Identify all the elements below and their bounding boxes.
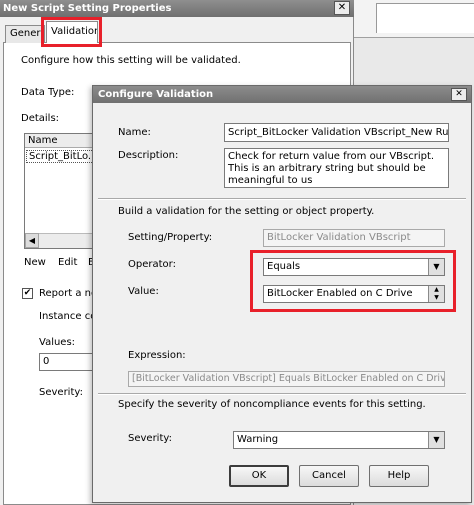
back-window-close-icon[interactable]: ✕: [334, 1, 350, 15]
list-item[interactable]: Script_BitLo...: [26, 150, 94, 163]
chevron-down-icon[interactable]: ▼: [428, 432, 444, 448]
new-button[interactable]: New: [24, 257, 46, 268]
operator-label: Operator:: [128, 259, 176, 270]
values-label: Values:: [39, 337, 76, 348]
build-validation-label: Build a validation for the setting or ob…: [118, 206, 375, 217]
details-label: Details:: [21, 113, 60, 124]
name-input[interactable]: Script_BitLocker Validation VBscript_New…: [224, 123, 449, 142]
expression-field: [BitLocker Validation VBscript] Equals B…: [128, 371, 445, 387]
specify-severity-label: Specify the severity of noncompliance ev…: [118, 399, 426, 410]
ok-button[interactable]: OK: [229, 465, 289, 487]
expression-label: Expression:: [128, 350, 186, 361]
data-type-label: Data Type:: [21, 87, 75, 98]
tab-general[interactable]: General: [5, 25, 45, 43]
operator-value-highlight: [250, 250, 456, 312]
section-divider: [98, 393, 466, 395]
dialog-close-icon[interactable]: ✕: [451, 88, 467, 101]
setting-property-label: Setting/Property:: [128, 232, 213, 243]
values-input[interactable]: 0: [39, 353, 97, 371]
checkmark-icon: ✔: [23, 288, 32, 298]
severity-select[interactable]: Warning: [233, 431, 445, 449]
help-button[interactable]: Help: [369, 465, 429, 487]
description-input[interactable]: Check for return value from our VBscript…: [224, 148, 449, 188]
back-severity-label: Severity:: [39, 387, 83, 398]
background-window-panel: [376, 3, 474, 33]
scroll-left-icon[interactable]: ◀: [25, 233, 39, 248]
validation-tab-highlight: [41, 17, 102, 47]
dialog-titlebar: Configure Validation: [93, 86, 471, 103]
configure-how-label: Configure how this setting will be valid…: [21, 55, 241, 66]
section-divider: [98, 198, 466, 200]
description-label: Description:: [118, 150, 179, 161]
name-label: Name:: [118, 127, 151, 138]
report-noncompliance-checkbox[interactable]: ✔: [22, 288, 33, 299]
value-label: Value:: [128, 286, 159, 297]
severity-label: Severity:: [128, 433, 172, 444]
cancel-button[interactable]: Cancel: [299, 465, 359, 487]
list-column-header-name[interactable]: Name: [25, 134, 95, 148]
edit-button[interactable]: Edit: [58, 257, 77, 268]
setting-property-field: BitLocker Validation VBscript: [263, 229, 445, 247]
back-window-titlebar: New Script Setting Properties: [0, 0, 354, 17]
